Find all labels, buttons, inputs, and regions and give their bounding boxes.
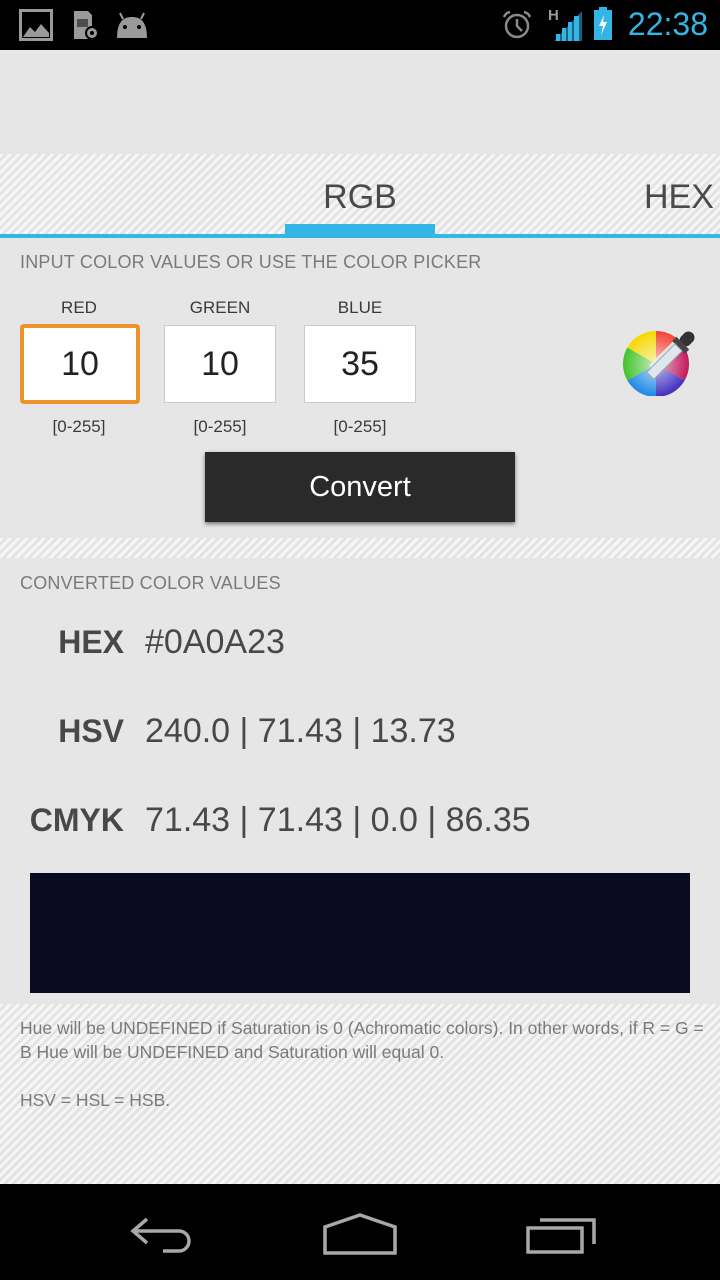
results-section-title: CONVERTED COLOR VALUES xyxy=(20,573,281,593)
cmyk-result-label: CMYK xyxy=(29,802,124,838)
recent-apps-button[interactable] xyxy=(512,1204,612,1264)
hue-undefined-note: Hue will be UNDEFINED if Saturation is 0… xyxy=(20,1018,704,1062)
hsv-result-label: HSV xyxy=(58,713,124,749)
green-range-label: [0-255] xyxy=(193,417,247,436)
notes-section: Hue will be UNDEFINED if Saturation is 0… xyxy=(0,1004,720,1184)
color-preview-swatch xyxy=(30,873,690,993)
input-section: INPUT COLOR VALUES OR USE THE COLOR PICK… xyxy=(0,238,720,538)
tab-hex[interactable]: HEX xyxy=(644,178,714,217)
tab-selected-indicator xyxy=(285,224,435,234)
action-bar xyxy=(0,50,720,154)
alarm-icon xyxy=(501,9,533,46)
blue-range-label: [0-255] xyxy=(333,417,387,436)
blue-label: BLUE xyxy=(337,298,383,317)
tab-rgb[interactable]: RGB xyxy=(285,178,435,217)
recent-apps-icon xyxy=(526,1218,596,1254)
hsv-result-value: 240.0 | 71.43 | 13.73 xyxy=(145,712,456,750)
hex-result-label: HEX xyxy=(58,624,124,660)
tab-strip: RGB HEX xyxy=(0,154,720,238)
back-icon xyxy=(130,1217,191,1253)
convert-button[interactable]: Convert xyxy=(205,452,515,522)
back-button[interactable] xyxy=(110,1204,210,1264)
battery-charging-icon xyxy=(593,7,613,46)
blue-input[interactable]: 35 xyxy=(304,325,416,403)
section-divider xyxy=(0,538,720,558)
home-button[interactable] xyxy=(310,1204,410,1264)
color-picker-button[interactable] xyxy=(622,326,702,397)
red-label: RED xyxy=(61,298,97,317)
green-input[interactable]: 10 xyxy=(164,325,276,403)
navigation-bar xyxy=(0,1184,720,1280)
green-label: GREEN xyxy=(189,298,251,317)
hex-result-value: #0A0A23 xyxy=(145,623,285,661)
input-section-title: INPUT COLOR VALUES OR USE THE COLOR PICK… xyxy=(20,252,482,272)
status-bar: H 22:38 xyxy=(0,0,720,50)
signal-icon xyxy=(552,8,584,47)
results-section: CONVERTED COLOR VALUES HEX #0A0A23 HSV 2… xyxy=(0,558,720,1004)
sd-card-settings-icon xyxy=(72,9,100,46)
cmyk-result-value: 71.43 | 71.43 | 0.0 | 86.35 xyxy=(145,801,531,839)
status-clock: 22:38 xyxy=(627,6,708,42)
gallery-icon xyxy=(19,9,53,46)
hsv-equivalence-note: HSV = HSL = HSB. xyxy=(20,1090,171,1110)
red-input[interactable]: 10 xyxy=(20,324,140,404)
android-icon xyxy=(114,11,150,44)
red-range-label: [0-255] xyxy=(52,417,106,436)
home-icon xyxy=(323,1213,397,1255)
color-picker-icon xyxy=(622,331,695,397)
